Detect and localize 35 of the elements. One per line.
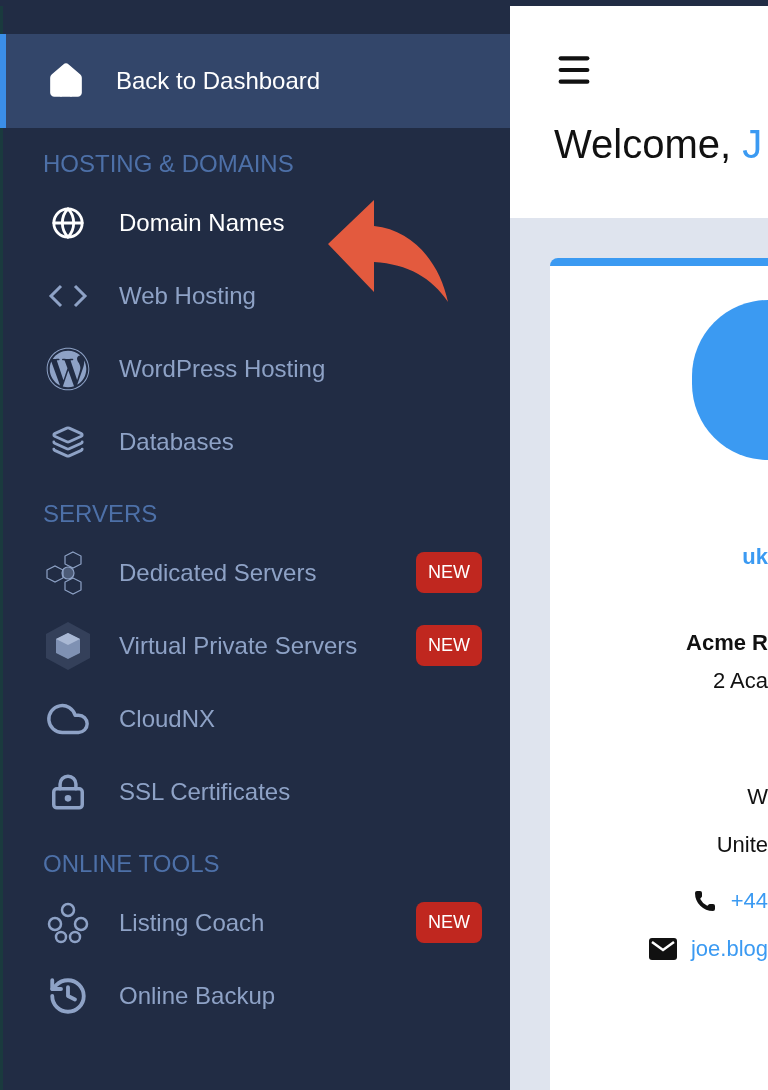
sidebar-item[interactable]: CloudNX: [3, 682, 510, 755]
back-to-dashboard-link[interactable]: Back to Dashboard: [0, 34, 510, 128]
email-link[interactable]: joe.blog: [690, 936, 768, 962]
sidebar-item-label: Virtual Private Servers: [119, 631, 359, 660]
sidebar-item-label: Databases: [119, 427, 235, 456]
sidebar-item-label: Domain Names: [119, 208, 286, 237]
address-line: W: [747, 784, 768, 810]
sidebar-item[interactable]: Web Hosting: [3, 259, 510, 332]
new-badge: NEW: [416, 625, 482, 666]
sidebar-item-label: SSL Certificates: [119, 777, 292, 806]
sidebar-item-label: CloudNX: [119, 704, 217, 733]
sidebar-item[interactable]: Online Backup: [3, 959, 510, 1032]
sidebar-item[interactable]: Dedicated Servers NEW: [3, 536, 510, 609]
welcome-title: Welcome, J: [554, 122, 764, 167]
sidebar-item-label: WordPress Hosting: [119, 354, 327, 383]
company-name: Acme R: [686, 630, 768, 656]
sidebar-item-label: Listing Coach: [119, 908, 266, 937]
sidebar-item[interactable]: Virtual Private Servers NEW: [3, 609, 510, 682]
section-heading: SERVERS: [42, 499, 159, 529]
username: uk: [742, 544, 768, 570]
sidebar-item-label: Web Hosting: [119, 281, 257, 310]
sidebar-item[interactable]: Domain Names: [3, 186, 510, 259]
sidebar-item[interactable]: WordPress Hosting: [3, 332, 510, 405]
address-line: 2 Aca: [712, 668, 768, 694]
sidebar-item-label: Online Backup: [119, 981, 277, 1010]
address-line: Unite: [716, 832, 768, 858]
sidebar-item[interactable]: SSL Certificates: [3, 755, 510, 828]
phone-link[interactable]: +44: [730, 888, 768, 914]
section-heading: ONLINE TOOLS: [42, 849, 221, 879]
new-badge: NEW: [416, 902, 482, 943]
section-heading: HOSTING & DOMAINS: [42, 149, 295, 179]
sidebar-item-label: Dedicated Servers: [119, 558, 318, 587]
sidebar-item[interactable]: Listing Coach NEW: [3, 886, 510, 959]
new-badge: NEW: [416, 552, 482, 593]
sidebar-item[interactable]: Databases: [3, 405, 510, 478]
